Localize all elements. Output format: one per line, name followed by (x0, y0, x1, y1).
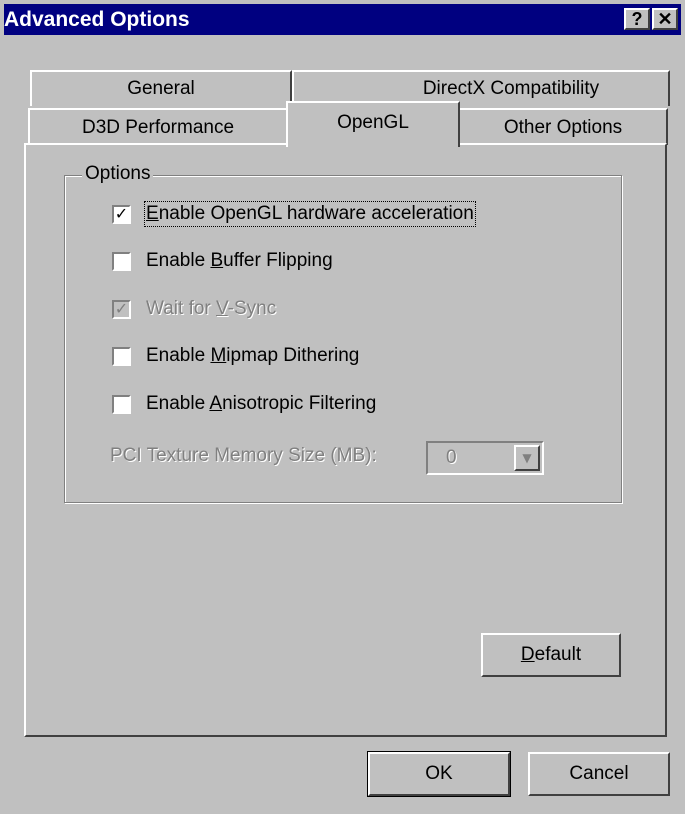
tab-other-options[interactable]: Other Options (458, 108, 668, 145)
tab-d3d-performance[interactable]: D3D Performance (28, 108, 288, 145)
cancel-button-label: Cancel (569, 763, 629, 784)
checkbox-mipmap-dithering-label: Enable Mipmap Dithering (146, 345, 360, 366)
checkbox-buffer-flipping-label: Enable Buffer Flipping (146, 250, 333, 271)
checkbox-wait-vsync-label: Wait for V-Sync (146, 298, 277, 319)
tab-d3d-performance-label: D3D Performance (81, 117, 235, 138)
checkbox-wait-vsync-box: ✓ (112, 300, 131, 319)
tab-opengl-label: OpenGL (337, 112, 409, 133)
title-bar[interactable]: Advanced Options ? ✕ (4, 4, 681, 35)
close-icon: ✕ (657, 9, 673, 29)
help-button[interactable]: ? (624, 8, 650, 30)
tab-general-label: General (127, 78, 195, 99)
checkbox-buffer-flipping-box[interactable] (112, 252, 131, 271)
ok-button-label: OK (425, 763, 453, 784)
tab-directx-compatibility-label: DirectX Compatibility (422, 78, 600, 99)
checkbox-mipmap-dithering-box[interactable] (112, 347, 131, 366)
checkbox-anisotropic-filtering-label: Enable Anisotropic Filtering (146, 393, 377, 414)
advanced-options-dialog: Advanced Options ? ✕ General DirectX Com… (0, 0, 685, 814)
opengl-tab-panel: Options ✓ Enable OpenGL hardware acceler… (24, 143, 667, 737)
texture-memory-value: 0 (446, 447, 457, 468)
cancel-button[interactable]: Cancel (528, 752, 670, 796)
tab-other-options-label: Other Options (503, 117, 623, 138)
window-title: Advanced Options (4, 8, 190, 31)
checkbox-opengl-acceleration-label: Enable OpenGL hardware acceleration (144, 201, 476, 227)
checkbox-anisotropic-filtering-box[interactable] (112, 395, 131, 414)
tab-general[interactable]: General (30, 70, 292, 106)
checkbox-opengl-acceleration-box[interactable]: ✓ (112, 205, 131, 224)
ok-button[interactable]: OK (367, 751, 511, 797)
default-button[interactable]: Default (481, 633, 621, 677)
options-group-label: Options (82, 163, 154, 185)
texture-memory-select: 0 ▼ (426, 441, 544, 475)
help-icon: ? (631, 9, 643, 29)
close-button[interactable]: ✕ (652, 8, 678, 30)
tab-opengl[interactable]: OpenGL (286, 101, 460, 147)
texture-memory-label: PCI Texture Memory Size (MB): (110, 445, 377, 466)
chevron-down-icon: ▼ (514, 445, 540, 471)
